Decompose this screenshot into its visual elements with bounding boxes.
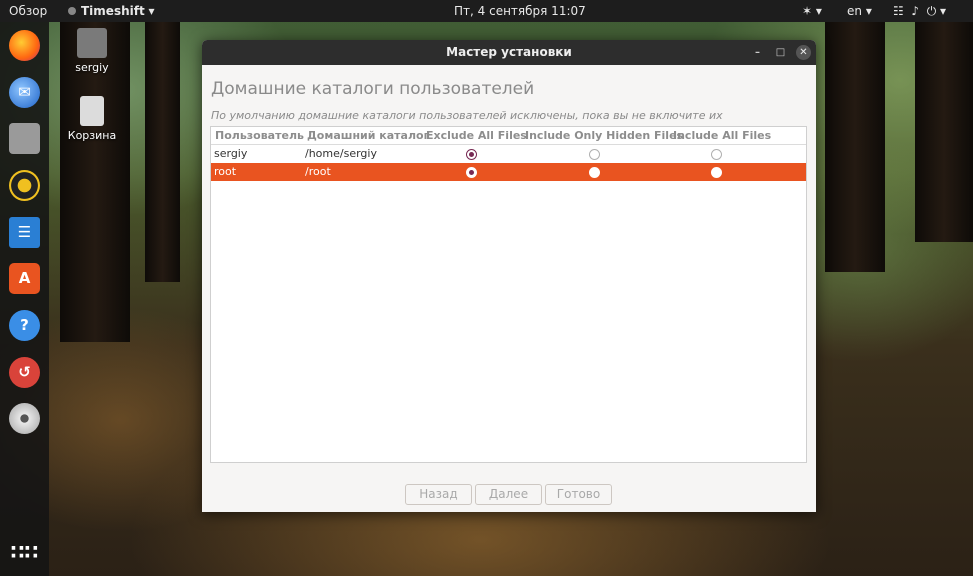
firefox-icon[interactable] — [9, 30, 40, 61]
power-icon: ⏻ — [926, 4, 937, 18]
user-cell: root — [214, 165, 237, 178]
column-user[interactable]: Пользователь — [215, 127, 304, 145]
files-icon[interactable] — [9, 123, 40, 154]
exclude-all-radio[interactable] — [466, 167, 477, 178]
language-menu[interactable]: en ▾ — [847, 0, 872, 22]
disc-icon[interactable] — [9, 403, 40, 434]
column-home[interactable]: Домашний каталог — [307, 127, 429, 145]
done-button[interactable]: Готово — [545, 484, 612, 505]
close-icon[interactable]: ✕ — [796, 45, 811, 60]
table-row[interactable]: root /root — [211, 163, 806, 181]
column-exclude-all[interactable]: Exclude All Files — [426, 127, 527, 145]
next-button[interactable]: Далее — [475, 484, 542, 505]
desktop-trash[interactable]: Корзина — [62, 96, 122, 142]
thunderbird-icon[interactable]: ✉ — [9, 77, 40, 108]
writer-icon[interactable]: ☰ — [9, 217, 40, 248]
clock[interactable]: Пт, 4 сентября 11:07 — [454, 0, 586, 22]
column-include-hidden[interactable]: Include Only Hidden Files — [525, 127, 683, 145]
window-title: Мастер установки — [446, 45, 572, 59]
chevron-down-icon: ▾ — [865, 4, 872, 18]
top-bar: Обзор Timeshift ▾ Пт, 4 сентября 11:07 ✶… — [0, 0, 973, 22]
home-folder-icon — [77, 28, 107, 58]
app-indicator-icon — [68, 7, 76, 15]
activities-button[interactable]: Обзор — [9, 0, 47, 22]
home-directories-table: Пользователь Домашний каталог Exclude Al… — [210, 126, 807, 463]
include-all-radio[interactable] — [711, 167, 722, 178]
tree-trunk — [145, 22, 180, 282]
volume-icon: ♪ — [911, 4, 920, 18]
table-row[interactable]: sergiy /home/sergiy — [211, 145, 806, 163]
minimize-icon[interactable]: – — [750, 45, 765, 60]
chevron-down-icon: ▾ — [940, 4, 947, 18]
network-icon: ☷ — [893, 4, 904, 18]
column-include-all[interactable]: Include All Files — [673, 127, 771, 145]
page-heading: Домашние каталоги пользователей — [211, 79, 535, 99]
tree-trunk — [915, 22, 973, 242]
system-menu[interactable]: ☷ ♪ ⏻ ▾ — [893, 0, 946, 22]
exclude-all-radio[interactable] — [466, 149, 477, 160]
trash-icon — [80, 96, 104, 126]
timeshift-icon[interactable]: ↺ — [9, 357, 40, 388]
accessibility-menu[interactable]: ✶ ▾ — [802, 0, 822, 22]
app-menu-label: Timeshift — [81, 4, 145, 18]
include-hidden-radio[interactable] — [589, 167, 600, 178]
back-button[interactable]: Назад — [405, 484, 472, 505]
help-icon[interactable]: ? — [9, 310, 40, 341]
software-icon[interactable]: A — [9, 263, 40, 294]
window-titlebar[interactable]: Мастер установки – □ ✕ — [202, 40, 816, 65]
include-hidden-radio[interactable] — [589, 149, 600, 160]
app-menu[interactable]: Timeshift ▾ — [68, 0, 155, 22]
home-cell: /home/sergiy — [305, 147, 377, 160]
app-grid-icon[interactable]: ∷∷ — [9, 537, 40, 568]
page-subtitle: По умолчанию домашние каталоги пользоват… — [211, 109, 723, 122]
dock: ✉ ☰ A ? ↺ ∷∷ — [0, 22, 49, 576]
tree-trunk — [825, 22, 885, 272]
chevron-down-icon: ▾ — [815, 4, 822, 18]
maximize-icon[interactable]: □ — [773, 45, 788, 60]
table-header: Пользователь Домашний каталог Exclude Al… — [211, 127, 806, 145]
desktop-home-folder[interactable]: sergiy — [62, 28, 122, 74]
include-all-radio[interactable] — [711, 149, 722, 160]
home-cell: /root — [305, 165, 331, 178]
chevron-down-icon: ▾ — [148, 4, 155, 18]
setup-wizard-window: Мастер установки – □ ✕ Домашние каталоги… — [202, 40, 816, 512]
rhythmbox-icon[interactable] — [9, 170, 40, 201]
user-cell: sergiy — [214, 147, 248, 160]
desktop-icon-label: sergiy — [75, 61, 109, 74]
language-label: en — [847, 4, 862, 18]
desktop-icon-label: Корзина — [67, 129, 117, 142]
accessibility-icon: ✶ — [802, 4, 813, 18]
